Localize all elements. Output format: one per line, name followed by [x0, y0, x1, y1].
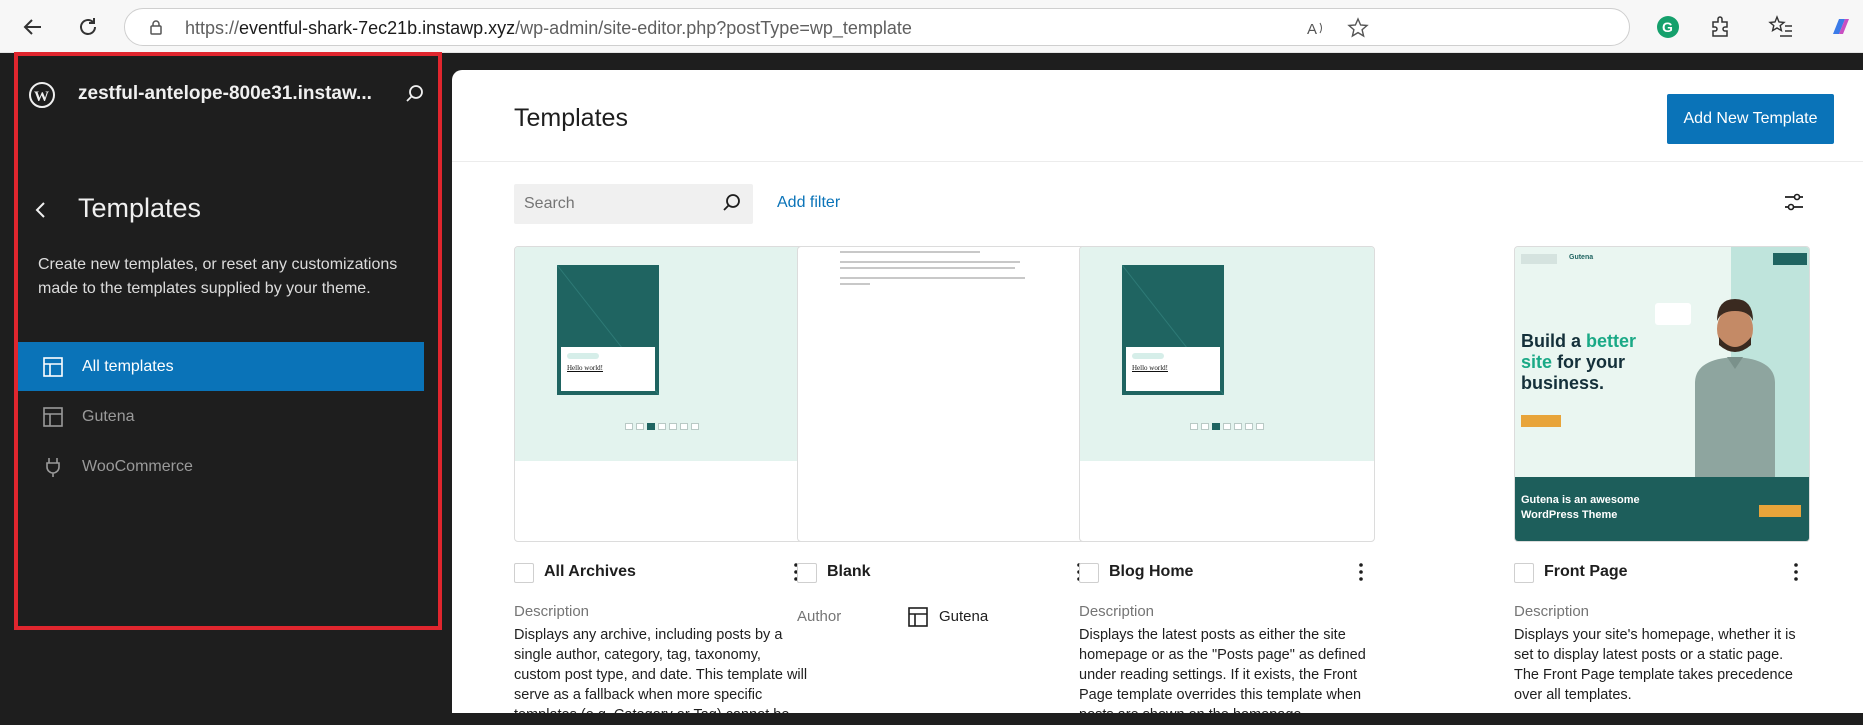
preview-logo — [1521, 254, 1557, 264]
svg-text:W: W — [34, 89, 49, 105]
category-tag — [1132, 353, 1164, 359]
preview-cta — [1773, 253, 1807, 265]
search-icon[interactable] — [404, 83, 426, 105]
template-title[interactable]: Front Page — [1544, 563, 1628, 581]
site-name[interactable]: zestful-antelope-800e31.instaw... — [78, 83, 372, 105]
sidebar-item-label: All templates — [82, 357, 174, 375]
grammarly-icon[interactable]: G — [1655, 14, 1681, 40]
sidebar-item-label: WooCommerce — [82, 457, 193, 475]
browser-toolbar: https://eventful-shark-7ec21b.instawp.xy… — [0, 0, 1863, 53]
card-header: All Archives — [514, 560, 810, 588]
sidebar-title: Templates — [78, 193, 202, 223]
preview-background: Hello world! — [1080, 247, 1374, 461]
add-filter-button[interactable]: Add filter — [777, 194, 840, 212]
template-title[interactable]: All Archives — [544, 563, 636, 581]
search-input[interactable] — [514, 184, 714, 224]
lock-icon[interactable] — [147, 18, 165, 36]
url-path: /wp-admin/site-editor.php?postType=wp_te… — [515, 18, 912, 38]
card-header: Front Page — [1514, 560, 1810, 588]
preview-footer-button — [1759, 505, 1801, 517]
url-host: eventful-shark-7ec21b.instawp.xyz — [239, 18, 516, 38]
layout-icon — [43, 406, 63, 427]
favorites-list-icon[interactable] — [1768, 14, 1794, 40]
description-label: Description — [514, 603, 590, 620]
layout-icon — [908, 607, 928, 627]
select-checkbox[interactable] — [797, 563, 817, 583]
person-illustration-icon — [1695, 299, 1775, 483]
back-arrow-icon[interactable] — [18, 12, 48, 42]
favorite-star-icon[interactable] — [1347, 17, 1369, 39]
author-name: Gutena — [939, 608, 989, 625]
svg-text:G: G — [1662, 19, 1673, 35]
template-title[interactable]: Blank — [827, 563, 871, 581]
author-label: Author — [797, 608, 842, 625]
add-new-template-button[interactable]: Add New Template — [1667, 94, 1834, 144]
sidebar-item-label: Gutena — [82, 407, 135, 425]
headline-part: Build a — [1521, 331, 1587, 351]
template-preview[interactable]: Hello world! — [514, 246, 810, 542]
post-card: Hello world! — [561, 347, 655, 391]
templates-panel: Templates Add New Template Add filter He… — [452, 70, 1863, 723]
wordpress-logo-icon[interactable]: W — [28, 81, 56, 109]
post-title: Hello world! — [567, 364, 603, 372]
card-header: Blank — [797, 560, 1093, 588]
post-card: Hello world! — [1126, 347, 1220, 391]
url-text: https://eventful-shark-7ec21b.instawp.xy… — [185, 18, 912, 39]
search-box — [514, 184, 753, 224]
refresh-icon[interactable] — [73, 12, 103, 42]
pagination — [1190, 423, 1264, 431]
svg-text:A: A — [1307, 21, 1317, 38]
preview-footer-band: Gutena is an awesome WordPress Theme — [1515, 477, 1809, 541]
read-aloud-icon[interactable]: A — [1305, 17, 1327, 39]
site-header: W zestful-antelope-800e31.instaw... — [28, 79, 428, 115]
select-checkbox[interactable] — [1079, 563, 1099, 583]
sidebar-item-woocommerce[interactable]: WooCommerce — [18, 442, 424, 491]
select-checkbox[interactable] — [1514, 563, 1534, 583]
extensions-icon[interactable] — [1707, 14, 1733, 40]
panel-header: Templates Add New Template — [452, 70, 1863, 162]
url-scheme: https:// — [185, 18, 240, 38]
sidebar-item-all-templates[interactable]: All templates — [18, 342, 424, 391]
preview-brand: Gutena — [1569, 254, 1594, 261]
chevron-left-icon[interactable] — [30, 199, 52, 221]
page-title: Templates — [514, 104, 628, 132]
preview-background: Hello world! — [515, 247, 809, 461]
more-options-icon[interactable] — [1784, 560, 1808, 584]
template-preview[interactable]: Hello world! — [1079, 246, 1375, 542]
description-text: Displays your site's homepage, whether i… — [1514, 627, 1796, 703]
preview-nav: Gutena — [1521, 253, 1807, 267]
description-label: Description — [1514, 603, 1590, 620]
template-title[interactable]: Blog Home — [1109, 563, 1193, 581]
more-options-icon[interactable] — [1349, 560, 1373, 584]
preview-headline: Build a better site for your business. — [1521, 331, 1661, 394]
plug-icon — [46, 457, 60, 477]
site-editor-sidebar: W zestful-antelope-800e31.instaw... Temp… — [0, 53, 452, 713]
sidebar-description: Create new templates, or reset any custo… — [38, 256, 398, 297]
card-header: Blog Home — [1079, 560, 1375, 588]
view-options-icon[interactable] — [1782, 190, 1806, 214]
address-bar[interactable]: https://eventful-shark-7ec21b.instawp.xy… — [124, 8, 1630, 46]
template-preview[interactable]: Gutena Build a better site for your busi… — [1514, 246, 1810, 542]
sidebar-item-gutena[interactable]: Gutena — [18, 392, 424, 441]
post-title: Hello world! — [1132, 364, 1168, 372]
copilot-icon[interactable] — [1828, 14, 1854, 40]
description-text: Displays the latest posts as either the … — [1079, 627, 1366, 723]
pagination — [625, 423, 699, 431]
description-text: Displays any archive, including posts by… — [514, 627, 808, 723]
search-icon[interactable] — [721, 192, 743, 214]
description-label: Description — [1079, 603, 1155, 620]
preview-footer-text: Gutena is an awesome WordPress Theme — [1521, 494, 1640, 521]
preview-button — [1521, 415, 1561, 427]
template-preview[interactable] — [797, 246, 1093, 542]
select-checkbox[interactable] — [514, 563, 534, 583]
category-tag — [567, 353, 599, 359]
layout-icon — [43, 356, 63, 377]
